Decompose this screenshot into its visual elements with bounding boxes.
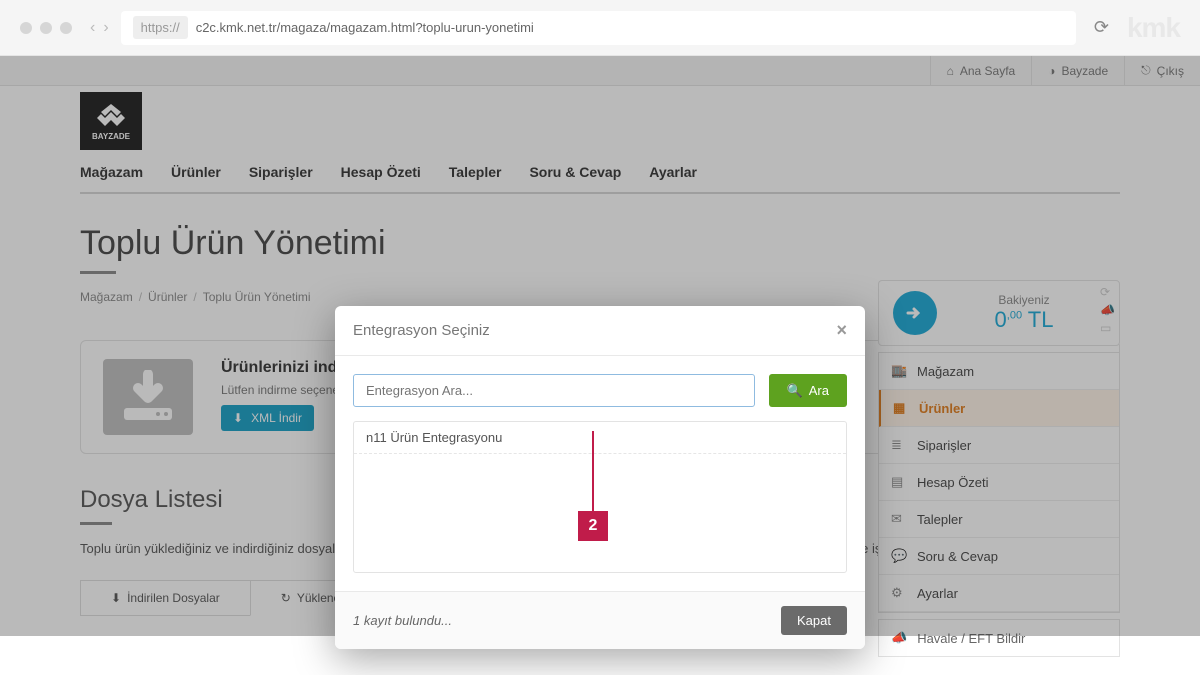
nav-arrows: ‹ › bbox=[90, 19, 109, 37]
url-protocol: https:// bbox=[133, 16, 188, 39]
callout-marker: 2 bbox=[578, 431, 608, 541]
brand-kmk: kmk bbox=[1127, 12, 1180, 44]
result-count: 1 kayıt bulundu... bbox=[353, 613, 452, 628]
modal-title: Entegrasyon Seçiniz bbox=[353, 322, 490, 339]
window-controls bbox=[20, 22, 72, 34]
url-bar[interactable]: https:// c2c.kmk.net.tr/magaza/magazam.h… bbox=[121, 11, 1076, 45]
callout-number: 2 bbox=[578, 511, 608, 541]
close-button[interactable]: Kapat bbox=[781, 606, 847, 635]
reload-icon[interactable]: ⟳ bbox=[1094, 17, 1109, 38]
forward-button[interactable]: › bbox=[103, 19, 108, 37]
close-icon[interactable]: × bbox=[836, 320, 847, 341]
browser-chrome: ‹ › https:// c2c.kmk.net.tr/magaza/magaz… bbox=[0, 0, 1200, 56]
search-icon: 🔍 bbox=[787, 383, 803, 399]
url-text: c2c.kmk.net.tr/magaza/magazam.html?toplu… bbox=[196, 20, 534, 35]
integration-search-input[interactable] bbox=[353, 374, 755, 407]
back-button[interactable]: ‹ bbox=[90, 19, 95, 37]
search-button[interactable]: 🔍 Ara bbox=[769, 374, 847, 407]
